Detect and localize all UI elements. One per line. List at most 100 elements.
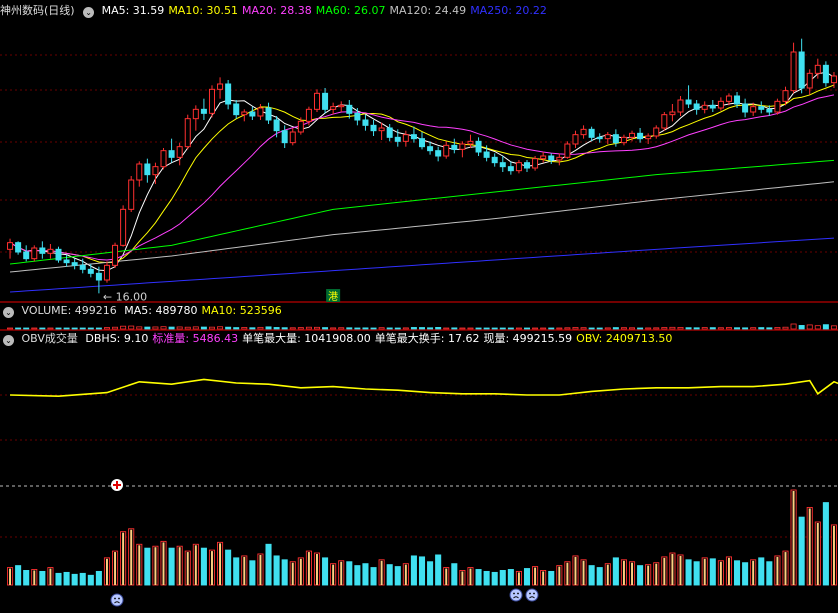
volume-bar-fill xyxy=(461,571,464,585)
volume-bar xyxy=(370,567,377,586)
candle-body xyxy=(782,90,789,102)
volume-bar-fill xyxy=(33,570,36,585)
mini-volume-bar xyxy=(629,327,636,330)
candle-body xyxy=(7,242,14,250)
volume-bar xyxy=(410,555,417,586)
mini-volume-bar xyxy=(798,325,805,330)
candle-body xyxy=(685,99,692,105)
volume-bar xyxy=(451,563,458,586)
candle-body xyxy=(427,146,434,152)
candle-body xyxy=(192,108,199,120)
face-icon-eye xyxy=(114,597,116,600)
volume-bar xyxy=(499,570,506,586)
mini-volume-bar xyxy=(394,327,401,330)
candle-body xyxy=(386,127,393,138)
volume-bar-fill xyxy=(582,560,585,585)
mini-volume-bar xyxy=(556,327,563,330)
volume-bar xyxy=(483,570,490,586)
mini-volume-bar xyxy=(15,327,22,330)
face-icon-eye xyxy=(513,592,515,595)
candle-body xyxy=(257,107,264,117)
mini-volume-bar xyxy=(572,327,579,330)
candle-body xyxy=(540,155,547,160)
face-icon xyxy=(525,588,539,602)
candle-body xyxy=(144,163,151,176)
candle-body xyxy=(55,248,62,261)
volume-bar-fill xyxy=(752,560,755,585)
candle-body xyxy=(612,134,619,144)
mini-volume-bar xyxy=(47,327,54,330)
candle-body xyxy=(297,120,304,133)
volume-bar-fill xyxy=(469,568,472,585)
candle-body xyxy=(313,92,320,110)
candle-body xyxy=(588,128,595,138)
volume-bar-fill xyxy=(719,561,722,585)
volume-bar-fill xyxy=(566,562,569,585)
mini-volume-bar xyxy=(564,327,571,330)
volume-bar xyxy=(273,555,280,586)
volume-bar xyxy=(588,565,595,586)
mini-volume-bar xyxy=(330,327,337,330)
mini-volume-bar xyxy=(782,326,789,330)
volume-bar-fill xyxy=(631,562,633,585)
mini-volume-bar xyxy=(596,327,603,330)
mini-volume-bar xyxy=(410,327,417,330)
mini-volume-bar xyxy=(208,326,215,330)
candle-body xyxy=(23,251,30,260)
mini-volume-bar xyxy=(217,326,224,330)
stock-chart[interactable]: ← 16.00 港 xyxy=(0,0,838,613)
candle-body xyxy=(370,124,377,132)
candle-body xyxy=(378,127,385,132)
volume-bar xyxy=(596,567,603,586)
candle-body xyxy=(95,272,102,281)
mini-volume-bar xyxy=(717,327,724,330)
volume-bar xyxy=(15,565,22,586)
candle-body xyxy=(830,75,837,84)
mini-volume-bar xyxy=(289,327,296,330)
candle-body xyxy=(814,64,821,74)
mini-volume-bar xyxy=(588,327,595,330)
mini-volume-bar xyxy=(540,327,547,330)
candle-body xyxy=(483,151,490,158)
candle-body xyxy=(402,134,409,142)
volume-bar xyxy=(418,556,426,586)
candle-body xyxy=(451,144,458,150)
mini-volume-bar xyxy=(184,326,191,330)
candle-body xyxy=(338,104,345,108)
volume-bar-fill xyxy=(211,551,213,585)
volume-bar-fill xyxy=(332,564,335,585)
mini-volume-bar xyxy=(176,326,183,330)
mini-volume-bar xyxy=(459,327,466,330)
mini-volume-bar xyxy=(612,327,619,330)
candle-body xyxy=(532,158,539,169)
mini-volume-bar xyxy=(677,327,684,330)
candle-body xyxy=(31,247,38,260)
volume-bar-fill xyxy=(291,562,294,585)
mini-volume-bar xyxy=(532,327,539,330)
mini-volume-bar xyxy=(774,327,781,330)
candle-body xyxy=(725,95,732,102)
low-price-label: ← 16.00 xyxy=(103,290,147,303)
mini-volume-bar xyxy=(322,327,329,330)
volume-bar xyxy=(87,574,94,586)
candle-body xyxy=(491,156,498,164)
candle-body xyxy=(208,88,215,114)
mini-volume-bar xyxy=(419,327,425,330)
volume-bar xyxy=(766,561,773,586)
candle-body xyxy=(661,114,668,129)
mini-volume-bar xyxy=(685,327,692,330)
volume-bar xyxy=(281,559,288,586)
mini-volume-bar xyxy=(144,326,151,330)
mini-volume-bar xyxy=(709,327,716,330)
volume-bar xyxy=(693,561,700,586)
mini-volume-bar xyxy=(661,327,668,330)
candle-body xyxy=(112,244,119,266)
volume-bar-fill xyxy=(186,552,189,585)
candle-body xyxy=(548,155,555,161)
candle-body xyxy=(47,248,54,254)
volume-bar xyxy=(79,572,86,586)
volume-bar xyxy=(63,571,70,586)
volume-bar-fill xyxy=(663,557,666,585)
mini-volume-bar xyxy=(225,326,232,330)
volume-bar-fill xyxy=(808,508,811,585)
